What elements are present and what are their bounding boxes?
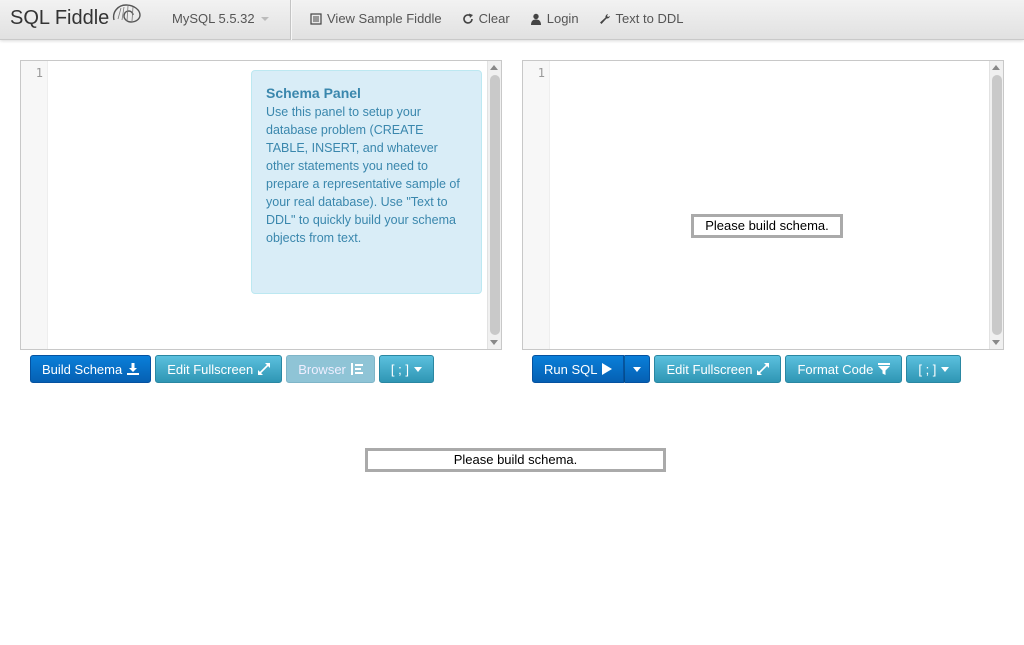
schema-editor-gutter: 1 — [21, 61, 48, 349]
scroll-thumb[interactable] — [490, 75, 500, 335]
schema-editor-panel[interactable]: 1 Schema Panel Use this panel to setup y… — [20, 60, 502, 350]
sql-delimiter-label: [ ; ] — [918, 361, 937, 377]
format-code-button[interactable]: Format Code — [785, 355, 903, 383]
clear-label: Clear — [478, 11, 510, 26]
top-navbar: SQL Fiddle MySQL 5.5.32 View Sample Fidd… — [0, 0, 1024, 40]
sql-panel-status-message: Please build schema. — [691, 214, 843, 238]
schema-help-box: Schema Panel Use this panel to setup you… — [251, 70, 482, 294]
nav-divider — [290, 0, 292, 40]
sql-editor-gutter: 1 — [523, 61, 550, 349]
format-code-label: Format Code — [797, 361, 874, 377]
scroll-down-arrow-icon[interactable] — [490, 340, 498, 345]
run-sql-label: Run SQL — [544, 361, 598, 377]
text-to-ddl-link[interactable]: Text to DDL — [599, 11, 684, 26]
brand-logo-link[interactable]: SQL Fiddle — [10, 4, 144, 30]
clear-link[interactable]: Clear — [462, 11, 510, 26]
schema-editor-scrollbar[interactable] — [487, 61, 501, 349]
login-link[interactable]: Login — [530, 11, 579, 26]
results-status-message: Please build schema. — [365, 448, 666, 472]
edit-fullscreen-label: Edit Fullscreen — [167, 361, 254, 377]
user-icon — [530, 13, 541, 25]
fullscreen-icon — [258, 363, 271, 375]
nav-items: View Sample Fiddle Clear Login Text to D… — [310, 11, 703, 26]
play-icon — [602, 363, 613, 375]
scroll-up-arrow-icon[interactable] — [490, 65, 498, 70]
download-icon — [127, 363, 140, 375]
tree-icon — [350, 363, 363, 375]
edit-fullscreen-schema-button[interactable]: Edit Fullscreen — [155, 355, 283, 383]
view-sample-fiddle-label: View Sample Fiddle — [327, 11, 442, 26]
schema-button-row: Build Schema Edit Fullscreen Browser [ ;… — [30, 355, 434, 383]
filter-icon — [878, 363, 891, 375]
chevron-down-icon — [633, 366, 642, 372]
build-schema-button[interactable]: Build Schema — [30, 355, 152, 383]
login-label: Login — [546, 11, 579, 26]
list-icon — [310, 12, 322, 25]
nautilus-logo-icon — [110, 2, 144, 30]
browser-label: Browser — [298, 361, 346, 377]
scroll-thumb[interactable] — [992, 75, 1002, 335]
run-sql-split-button: Run SQL — [532, 355, 651, 383]
sql-editor-scrollbar[interactable] — [989, 61, 1003, 349]
refresh-icon — [462, 13, 473, 24]
sql-delimiter-dropdown[interactable]: [ ; ] — [906, 355, 962, 383]
database-version-label: MySQL 5.5.32 — [172, 11, 255, 26]
scroll-down-arrow-icon[interactable] — [992, 340, 1000, 345]
scroll-up-arrow-icon[interactable] — [992, 65, 1000, 70]
edit-fullscreen-sql-button[interactable]: Edit Fullscreen — [654, 355, 782, 383]
chevron-down-icon — [260, 16, 269, 21]
run-sql-button[interactable]: Run SQL — [532, 355, 625, 383]
run-sql-options-toggle[interactable] — [624, 355, 651, 383]
chevron-down-icon — [941, 366, 950, 372]
schema-help-text: Use this panel to setup your database pr… — [266, 105, 460, 245]
line-number: 1 — [35, 66, 43, 80]
browser-button[interactable]: Browser — [286, 355, 375, 383]
schema-help-title: Schema Panel — [266, 85, 361, 101]
line-number: 1 — [537, 66, 545, 80]
wrench-icon — [599, 13, 610, 24]
brand-title: SQL Fiddle — [10, 6, 110, 29]
fullscreen-icon — [757, 363, 770, 375]
schema-delimiter-label: [ ; ] — [390, 361, 409, 377]
text-to-ddl-label: Text to DDL — [615, 11, 684, 26]
schema-delimiter-dropdown[interactable]: [ ; ] — [378, 355, 434, 383]
chevron-down-icon — [413, 366, 422, 372]
database-version-dropdown[interactable]: MySQL 5.5.32 — [172, 11, 269, 26]
view-sample-fiddle-link[interactable]: View Sample Fiddle — [310, 11, 442, 26]
sql-button-row: Run SQL Edit Fullscreen Format Code [ ; … — [532, 355, 962, 383]
build-schema-label: Build Schema — [42, 361, 123, 377]
edit-fullscreen-label: Edit Fullscreen — [666, 361, 753, 377]
sql-editor-panel[interactable]: 1 Please build schema. — [522, 60, 1004, 350]
